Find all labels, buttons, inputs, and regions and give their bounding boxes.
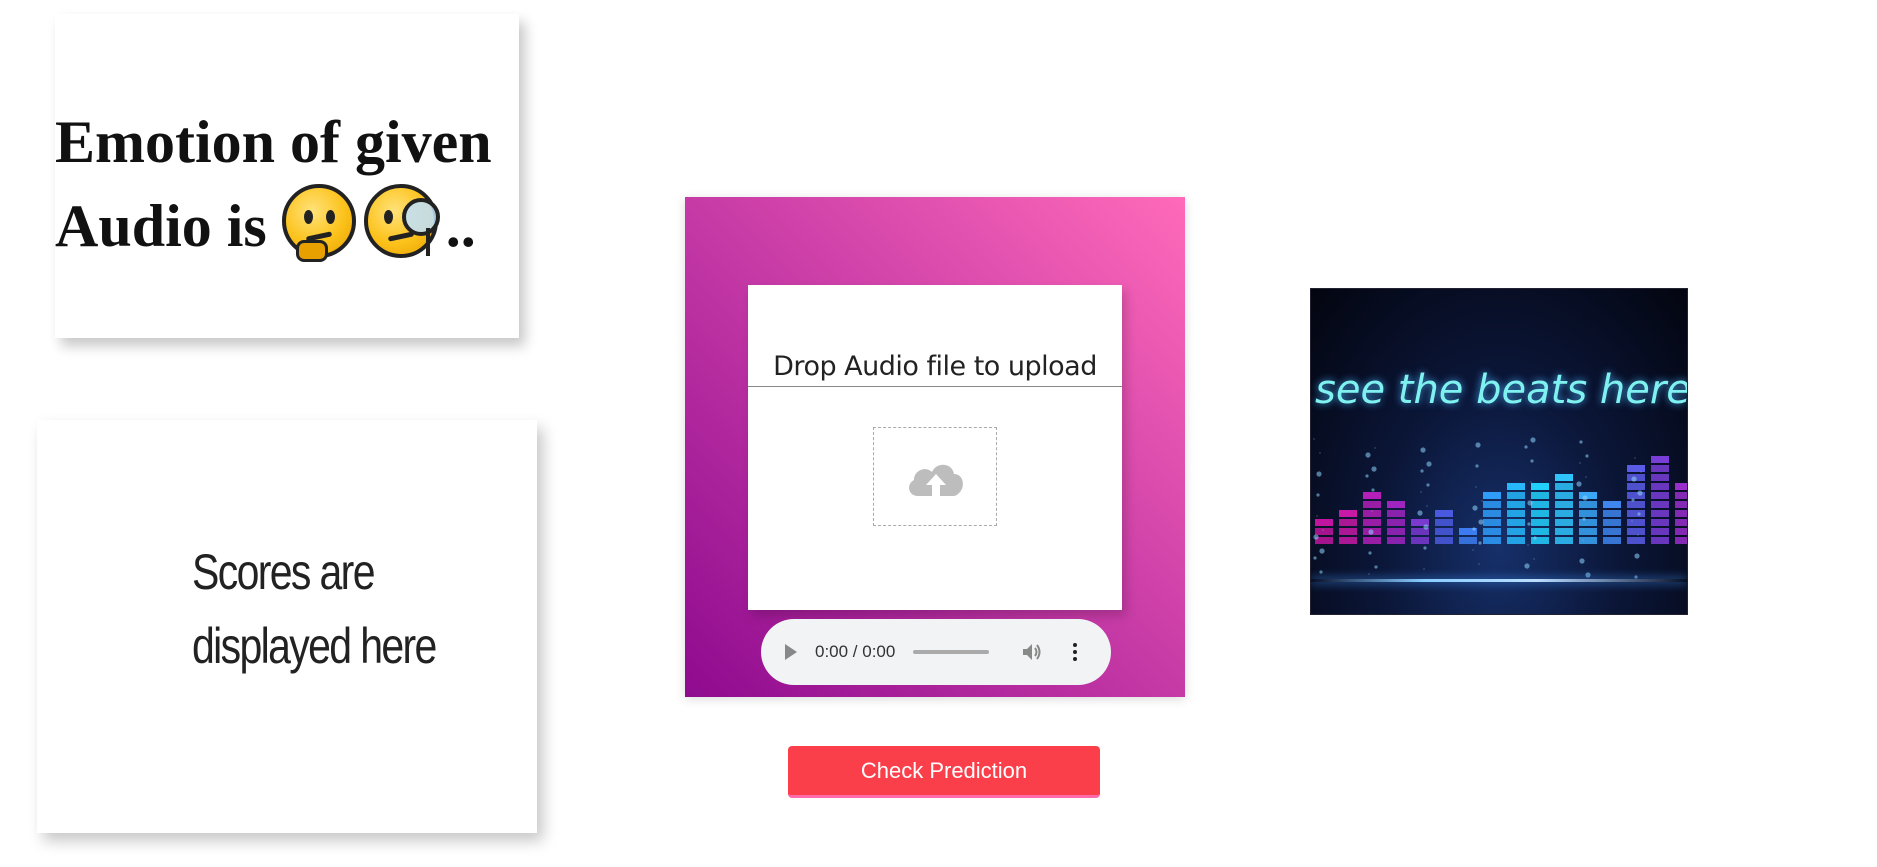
upload-panel: Drop Audio file to upload 0:00 / 0:00 bbox=[685, 197, 1185, 697]
audio-progress-bar[interactable] bbox=[913, 650, 990, 654]
drop-divider bbox=[748, 386, 1122, 387]
drop-box[interactable]: Drop Audio file to upload bbox=[748, 285, 1122, 610]
face-with-monocle-icon bbox=[363, 184, 440, 258]
beats-image: see the beats here bbox=[1310, 288, 1688, 615]
scores-card: Scores are displayed here bbox=[37, 420, 537, 833]
thinking-face-icon bbox=[281, 184, 356, 262]
audio-player: 0:00 / 0:00 bbox=[761, 619, 1111, 685]
drop-title: Drop Audio file to upload bbox=[773, 351, 1097, 382]
more-options-icon[interactable] bbox=[1073, 643, 1078, 661]
scores-text: Scores are displayed here bbox=[192, 535, 471, 683]
emotion-trailing: .. bbox=[445, 193, 476, 259]
equalizer-graphic bbox=[1313, 437, 1687, 579]
emotion-line-2-label: Audio is bbox=[55, 193, 267, 259]
scores-line-2: displayed here bbox=[192, 618, 437, 674]
emotion-result-text: Emotion of given Audio is .. bbox=[55, 100, 519, 268]
file-drop-zone[interactable] bbox=[873, 427, 997, 526]
play-icon[interactable] bbox=[785, 644, 797, 660]
beats-floor-glow bbox=[1311, 579, 1687, 582]
emotion-line-2: Audio is .. bbox=[55, 184, 519, 268]
check-prediction-button[interactable]: Check Prediction bbox=[788, 746, 1100, 798]
volume-icon[interactable] bbox=[1021, 642, 1043, 662]
cloud-upload-icon bbox=[909, 464, 963, 496]
emotion-line-1: Emotion of given bbox=[55, 109, 492, 175]
audio-time: 0:00 / 0:00 bbox=[815, 642, 896, 661]
scores-line-1: Scores are bbox=[192, 544, 376, 600]
emotion-result-card: Emotion of given Audio is .. bbox=[55, 14, 519, 338]
